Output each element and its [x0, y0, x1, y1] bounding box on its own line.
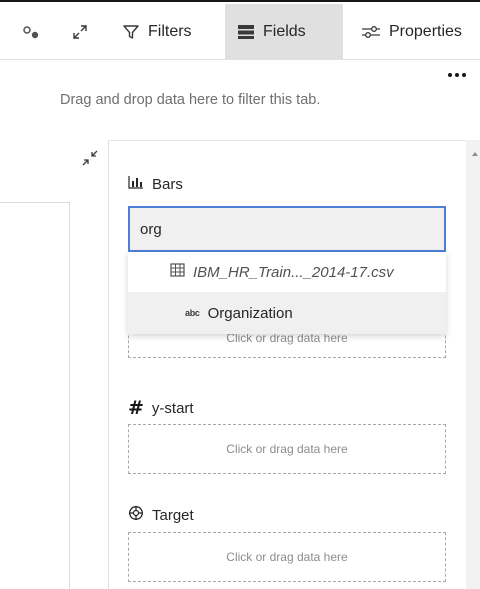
ystart-slot-label: # y-start	[128, 397, 194, 419]
fields-tab[interactable]: Fields	[225, 4, 343, 60]
field-search-input[interactable]	[128, 206, 446, 252]
overflow-menu-icon[interactable]	[442, 66, 472, 84]
target-dropzone[interactable]: Click or drag data here	[128, 532, 446, 582]
filter-drop-hint: Drag and drop data here to filter this t…	[60, 92, 321, 108]
target-icon	[128, 505, 144, 525]
dropdown-source-file: IBM_HR_Train..._2014-17.csv	[128, 252, 446, 292]
number-icon: #	[128, 397, 144, 419]
scroll-up-arrow-icon[interactable]	[472, 152, 478, 156]
target-slot-label: Target	[128, 505, 194, 525]
scrollbar[interactable]	[466, 140, 480, 589]
collapse-icon[interactable]	[80, 148, 100, 168]
filter-icon	[122, 23, 140, 41]
target-dropzone-text: Click or drag data here	[226, 550, 348, 564]
bars-slot-label: Bars	[128, 175, 183, 193]
expand-icon	[71, 23, 89, 41]
visualization-frame	[0, 202, 70, 589]
toolbar: Filters Fields Properties	[0, 0, 480, 60]
bars-label: Bars	[152, 175, 183, 193]
sliders-icon	[361, 24, 381, 40]
ystart-dropzone[interactable]: Click or drag data here	[128, 424, 446, 474]
key-icon	[22, 25, 42, 39]
filters-tab[interactable]: Filters	[116, 4, 198, 60]
text-type-icon: abc	[185, 308, 200, 318]
fields-icon	[237, 24, 255, 40]
properties-label: Properties	[389, 23, 462, 40]
field-search-dropdown: IBM_HR_Train..._2014-17.csv abc Organiza…	[128, 252, 446, 334]
match-field-name: Organization	[207, 304, 293, 322]
source-file-name: IBM_HR_Train..._2014-17.csv	[193, 263, 394, 281]
visualization-canvas	[0, 140, 108, 589]
filters-label: Filters	[148, 23, 192, 40]
ystart-label: y-start	[151, 399, 194, 417]
expand-button[interactable]	[58, 4, 102, 60]
target-label: Target	[152, 506, 194, 524]
dropdown-field-organization[interactable]: abc Organization	[128, 292, 446, 334]
key-button[interactable]	[12, 4, 52, 60]
fields-label: Fields	[263, 23, 306, 40]
properties-tab[interactable]: Properties	[355, 4, 468, 60]
table-icon	[170, 263, 185, 281]
ystart-dropzone-text: Click or drag data here	[226, 442, 348, 456]
bar-chart-icon	[128, 175, 144, 193]
